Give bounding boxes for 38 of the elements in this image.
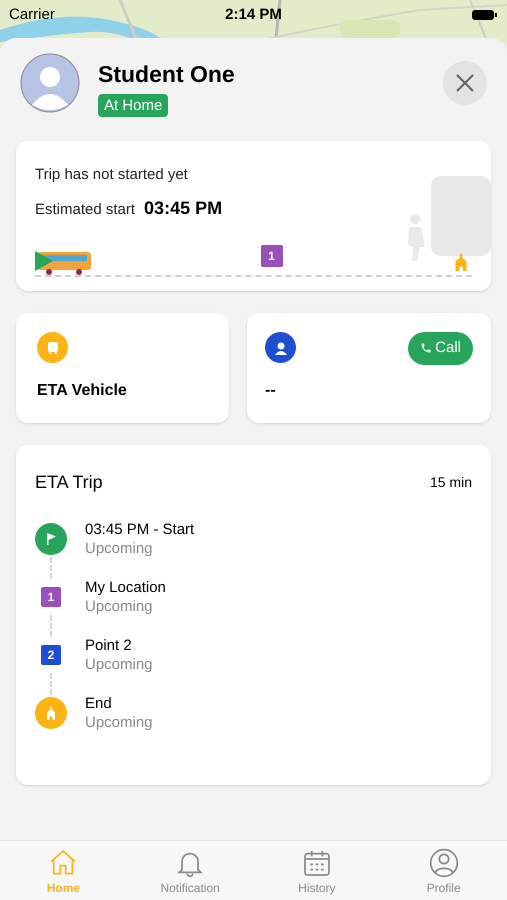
- tab-button[interactable]: Notification: [126, 841, 254, 900]
- driver-value: --: [265, 381, 277, 401]
- driver-icon: [265, 332, 296, 363]
- stop-title: End: [85, 694, 113, 713]
- call-button[interactable]: Call: [408, 332, 473, 364]
- phone-icon: [420, 342, 432, 354]
- close-icon: [455, 73, 475, 93]
- school-icon: [35, 697, 67, 729]
- eta-trip-title: ETA Trip: [35, 471, 103, 494]
- stop-number-marker: 1: [260, 245, 282, 267]
- stop-title: 03:45 PM - Start: [85, 520, 194, 539]
- vehicle-icon: [37, 332, 68, 363]
- flag-icon: [35, 523, 67, 555]
- stop-number-marker: 2: [41, 645, 61, 665]
- status-badge: At Home: [98, 94, 168, 117]
- stop-number-marker: 1: [41, 587, 61, 607]
- stop-status: Upcoming: [85, 655, 153, 674]
- stop-status: Upcoming: [85, 713, 153, 732]
- vehicle-label: ETA Vehicle: [37, 381, 128, 401]
- avatar-icon: [20, 53, 80, 113]
- trip-message: Trip has not started yet: [35, 165, 189, 185]
- stop-status: Upcoming: [85, 597, 154, 616]
- close-button[interactable]: [443, 61, 487, 105]
- student-name: Student One: [98, 63, 236, 86]
- status-time: 2:14 PM: [225, 5, 282, 25]
- stop-title: My Location: [85, 578, 166, 597]
- tab-button[interactable]: Profile: [380, 841, 507, 900]
- battery-icon: [472, 9, 498, 22]
- stop-title: Point 2: [85, 636, 133, 655]
- profile-icon: [428, 847, 460, 879]
- trip-duration: 15 min: [430, 473, 472, 492]
- carrier-label: Carrier: [9, 5, 56, 25]
- tab-button[interactable]: History: [254, 841, 380, 900]
- bus-icon: [35, 249, 93, 275]
- estimate-time: 03:45 PM: [144, 196, 222, 220]
- estimate-label: Estimated start: [35, 200, 136, 220]
- tab-button[interactable]: Home: [0, 841, 127, 900]
- stop-status: Upcoming: [85, 539, 154, 558]
